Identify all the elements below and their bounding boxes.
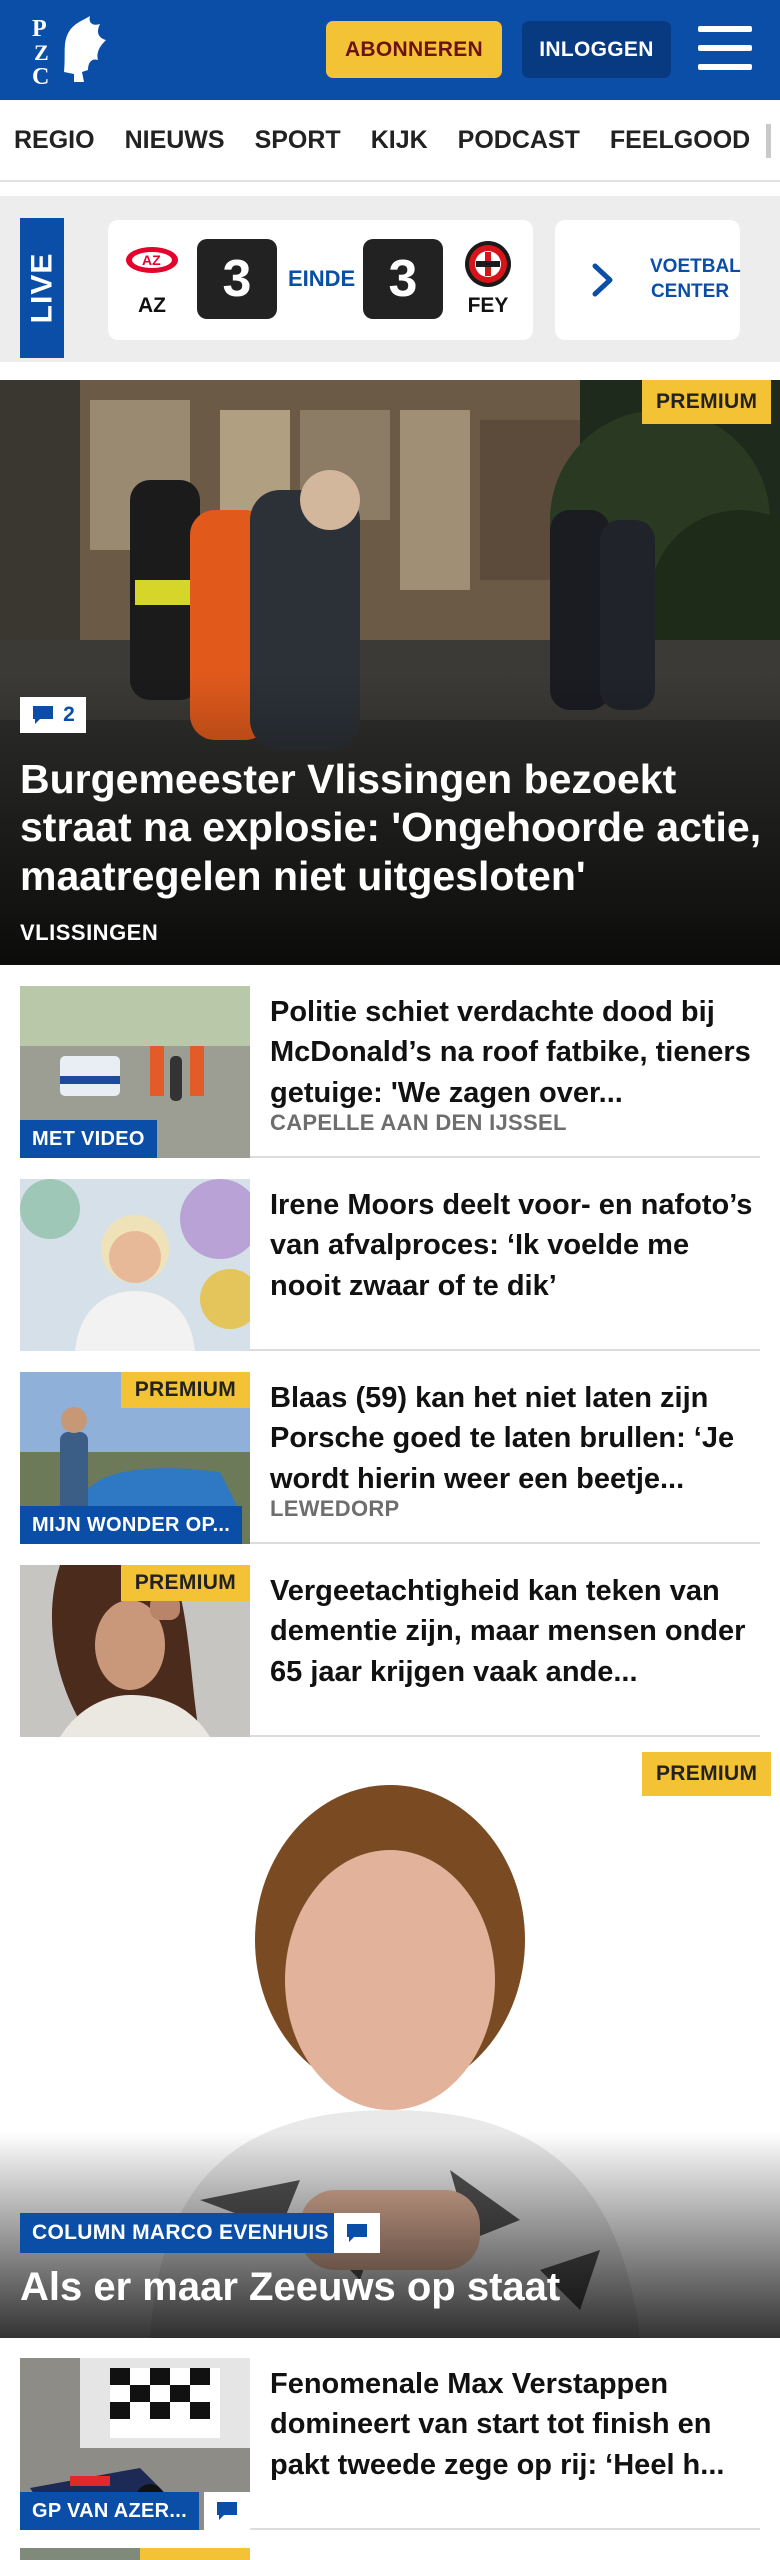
list-item[interactable]: Irene Moors deelt voor- en nafoto’s van … <box>20 1158 760 1351</box>
video-label: MET VIDEO <box>20 1120 157 1158</box>
nav-item-nieuws[interactable]: NIEUWS <box>125 126 225 155</box>
comment-icon <box>33 706 54 724</box>
comment-icon[interactable] <box>204 2492 250 2530</box>
nav-item-feelgood[interactable]: FEELGOOD <box>610 126 750 155</box>
nav-overflow-indicator <box>766 124 771 158</box>
chevron-right-icon[interactable] <box>590 262 616 298</box>
svg-text:AZ: AZ <box>142 252 161 268</box>
article-thumbnail: PREMIUM <box>20 1565 250 1737</box>
article-region: CAPELLE AAN DEN IJSSEL <box>270 1110 567 1135</box>
article-title[interactable]: Fenomenale Max Verstappen domineert van … <box>270 2364 760 2485</box>
voetbal-center-link[interactable]: VOETBAL CENTER <box>640 220 741 340</box>
login-button[interactable]: INLOGGEN <box>522 21 671 78</box>
series-label: MIJN WONDER OP... <box>20 1506 243 1544</box>
comment-icon[interactable] <box>334 2213 380 2253</box>
section-nav: REGIO NIEUWS SPORT KIJK PODCAST FEELGOOD <box>0 100 780 182</box>
az-logo-icon: AZ <box>124 244 180 276</box>
premium-badge: PREMIUM <box>120 1565 250 1601</box>
article-thumbnail: PREMIUM MIJN WONDER OP... <box>20 1372 250 1544</box>
premium-badge: PREMIUM <box>642 1752 772 1796</box>
menu-icon[interactable] <box>698 24 752 72</box>
svg-text:P: P <box>32 16 47 42</box>
away-score: 3 <box>363 239 443 319</box>
hero-title[interactable]: Burgemeester Vlissingen bezoekt straat n… <box>20 755 770 900</box>
svg-text:Z: Z <box>34 40 49 65</box>
list-item[interactable]: PREMIUM Vergeetachtigheid kan teken van … <box>20 1544 760 1737</box>
svg-text:C: C <box>32 64 49 88</box>
series-label: GP VAN AZER... <box>20 2492 199 2530</box>
premium-badge: PREMIUM <box>642 380 772 424</box>
article-thumbnail: MET VIDEO <box>20 986 250 1158</box>
away-team-name: FEY <box>467 294 509 317</box>
nav-item-sport[interactable]: SPORT <box>255 126 341 155</box>
article-region: LEWEDORP <box>270 1496 400 1521</box>
list-item[interactable]: MET VIDEO Politie schiet verdachte dood … <box>20 965 760 1158</box>
pzc-logo[interactable]: P Z C <box>26 12 116 90</box>
column-title[interactable]: Als er maar Zeeuws op staat <box>20 2265 560 2310</box>
comment-count-badge[interactable]: 2 <box>20 697 86 733</box>
home-team-name: AZ <box>138 294 166 317</box>
article-title[interactable]: Blaas (59) kan het niet laten zijn Porsc… <box>270 1378 760 1499</box>
match-status: EINDE <box>288 266 356 291</box>
premium-badge: PREMIUM <box>120 1372 250 1408</box>
subscribe-button[interactable]: ABONNEREN <box>326 21 502 78</box>
feyenoord-logo-icon <box>464 240 512 288</box>
article-title[interactable]: Irene Moors deelt voor- en nafoto’s van … <box>270 1185 760 1306</box>
home-score: 3 <box>197 239 277 319</box>
nav-item-regio[interactable]: REGIO <box>14 126 95 155</box>
live-tab[interactable]: LIVE <box>20 218 64 358</box>
premium-badge-partial <box>140 2548 250 2560</box>
nav-item-kijk[interactable]: KIJK <box>371 126 428 155</box>
hero-region: VLISSINGEN <box>20 920 159 945</box>
article-thumbnail: GP VAN AZER... <box>20 2358 250 2530</box>
nav-item-podcast[interactable]: PODCAST <box>458 126 580 155</box>
list-item[interactable]: PREMIUM MIJN WONDER OP... Blaas (59) kan… <box>20 1351 760 1544</box>
column-label: COLUMN MARCO EVENHUIS <box>20 2213 341 2253</box>
article-thumbnail <box>20 1179 250 1351</box>
article-title[interactable]: Politie schiet verdachte dood bij McDona… <box>270 992 760 1113</box>
list-item[interactable]: GP VAN AZER... Fenomenale Max Verstappen… <box>20 2337 760 2530</box>
article-title[interactable]: Vergeetachtigheid kan teken van dementie… <box>270 1571 760 1692</box>
